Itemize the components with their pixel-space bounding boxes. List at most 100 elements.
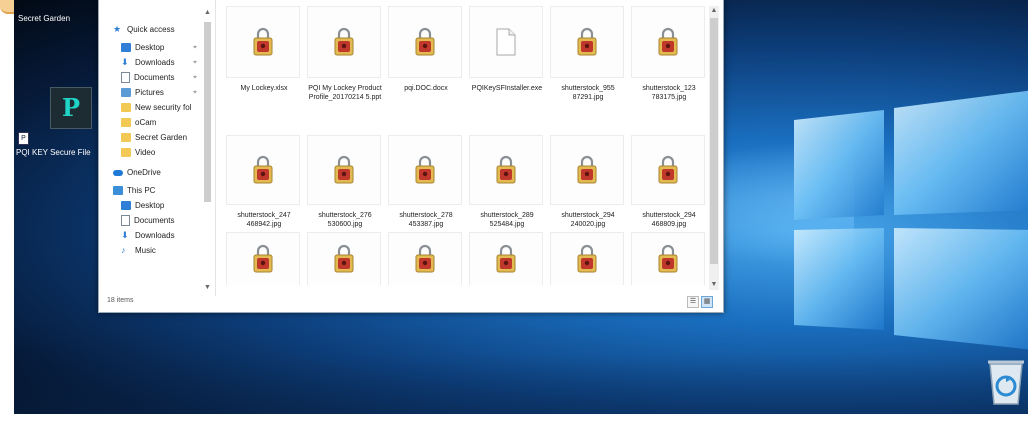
file-name: shutterstock_123 783175.jpg [642,85,696,101]
scrollbar-thumb[interactable] [204,22,211,202]
navigation-scrollbar[interactable]: ▲ ▼ [203,8,212,292]
locked-file-icon [469,232,543,285]
download-arrow-icon: ⬇ [121,57,129,67]
onedrive-icon [113,169,123,176]
file-name: shutterstock_247 468942.jpg [237,212,291,228]
file-item[interactable]: shutterstock_123 783175.jpg [631,6,707,102]
desktop-icon-label: Secret Garden [17,14,71,23]
file-name: shutterstock_294 468809.jpg [642,212,696,228]
file-item[interactable]: shutterstock_955 87291.jpg [550,6,626,102]
blank-file-icon [469,6,543,78]
desktop-icon-pq-key-secure-file[interactable]: P PQI KEY Secure File [14,132,110,157]
details-view-icon[interactable]: ☰ [687,296,699,308]
file-item[interactable]: shutterstock_276 530600.jpg [307,135,383,229]
scrollbar-thumb[interactable] [710,18,718,264]
nav-item-label: Quick access [127,25,175,34]
file-explorer-window[interactable]: ★ Quick access Desktop ⌖ ⬇ Downloads ⌖ Document… [98,0,724,313]
file-item[interactable] [307,232,383,290]
folder-icon [121,148,131,157]
locked-file-icon [631,135,705,205]
file-item[interactable]: PQI My Lockey Product Profile_20170214 5… [307,6,383,102]
file-item[interactable]: My Lockey.xlsx [226,6,302,93]
nav-item-quick-access[interactable]: ★ Quick access [113,22,203,37]
file-item[interactable] [388,232,464,290]
locked-file-icon [226,135,300,205]
nav-item-documents[interactable]: Documents [121,213,203,228]
locked-file-icon [307,232,381,285]
file-item[interactable]: shutterstock_278 453387.jpg [388,135,464,229]
wallpaper-floor [14,355,1028,421]
file-name: shutterstock_955 87291.jpg [561,85,615,101]
file-list-scrollbar[interactable]: ▲ ▼ [709,6,719,290]
nav-item-documents[interactable]: Documents ⌖ [121,70,203,85]
file-item[interactable] [226,232,302,290]
file-name: shutterstock_289 525484.jpg [480,212,534,228]
nav-item-new-security-fol[interactable]: New security fol [121,100,203,115]
file-name: shutterstock_278 453387.jpg [399,212,453,228]
navigation-pane[interactable]: ★ Quick access Desktop ⌖ ⬇ Downloads ⌖ Document… [99,0,216,296]
view-switcher[interactable]: ☰ ▦ [687,296,713,308]
file-name: PQI My Lockey Product Profile_20170214 5… [308,85,382,101]
pq-app-icon: P [50,87,92,129]
nav-item-secret-garden[interactable]: Secret Garden [121,130,203,145]
scroll-up-arrow-icon[interactable]: ▲ [203,8,212,17]
nav-item-label: Documents [134,73,175,82]
music-icon: ♪ [121,245,126,255]
file-item[interactable] [550,232,626,290]
folder-icon [121,133,131,142]
nav-item-label: Desktop [135,201,165,210]
locked-file-icon [469,135,543,205]
nav-item-video[interactable]: Video [121,145,203,160]
nav-item-label: Downloads [135,231,175,240]
nav-item-label: Secret Garden [135,133,188,142]
file-item[interactable]: shutterstock_294 240020.jpg [550,135,626,229]
nav-item-desktop[interactable]: Desktop ⌖ [121,40,203,55]
documents-icon [121,215,130,226]
file-item[interactable]: pqi.DOC.docx [388,6,464,93]
nav-item-ocam[interactable]: oCam [121,115,203,130]
nav-item-music[interactable]: ♪ Music [121,243,203,258]
star-icon: ★ [113,24,122,34]
nav-item-onedrive[interactable]: OneDrive [113,165,203,180]
file-item[interactable]: shutterstock_289 525484.jpg [469,135,545,229]
scroll-up-arrow-icon[interactable]: ▲ [709,6,719,16]
nav-item-pictures[interactable]: Pictures ⌖ [121,85,203,100]
scroll-down-arrow-icon[interactable]: ▼ [203,283,212,292]
nav-item-downloads[interactable]: ⬇ Downloads [121,228,203,243]
nav-item-label: New security fol [135,103,192,112]
nav-item-this-pc[interactable]: This PC [113,183,203,198]
windows-logo-wallpaper [794,90,1028,350]
pin-icon: ⌖ [193,88,197,96]
file-item[interactable] [631,232,707,290]
status-bar: 18 items ☰ ▦ [99,296,723,312]
locked-file-icon [550,135,624,205]
locked-file-icon [307,6,381,78]
file-name: PQIKeySFInstaller.exe [471,85,543,92]
locked-file-icon [388,6,462,78]
desktop-icon-label: PQI KEY Secure File [16,148,91,157]
nav-item-label: Pictures [135,88,164,97]
scroll-down-arrow-icon[interactable]: ▼ [709,280,719,290]
desktop-icon-secret-garden[interactable]: Secret Garden [14,0,74,23]
folder-icon [121,103,131,112]
large-icons-view-icon[interactable]: ▦ [701,296,713,308]
locked-file-icon [307,135,381,205]
file-item[interactable] [469,232,545,290]
file-list[interactable]: My Lockey.xlsx PQI My Lockey Product Prof… [226,6,710,290]
locked-file-icon [550,6,624,78]
nav-item-label: This PC [127,186,156,195]
nav-item-label: OneDrive [127,168,161,177]
computer-icon [113,186,123,195]
file-item[interactable]: shutterstock_247 468942.jpg [226,135,302,229]
file-item[interactable]: PQIKeySFInstaller.exe [469,6,545,93]
nav-item-downloads[interactable]: ⬇ Downloads ⌖ [121,55,203,70]
nav-item-label: oCam [135,118,157,127]
download-arrow-icon: ⬇ [121,230,129,240]
file-item[interactable]: shutterstock_294 468809.jpg [631,135,707,229]
file-name: shutterstock_276 530600.jpg [318,212,372,228]
recycle-bin-icon[interactable] [984,356,1028,406]
nav-item-desktop[interactable]: Desktop [121,198,203,213]
locked-file-icon [631,232,705,285]
item-count: 18 items [107,297,134,304]
nav-item-label: Music [135,246,156,255]
